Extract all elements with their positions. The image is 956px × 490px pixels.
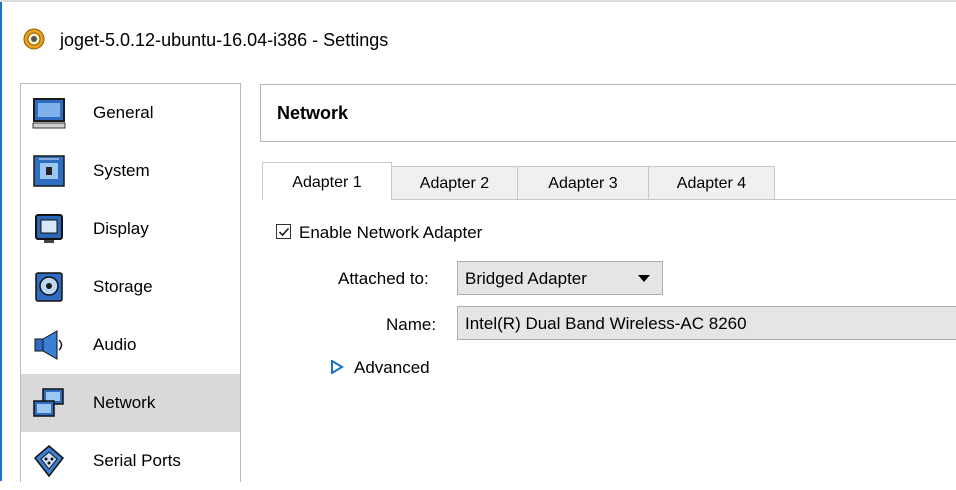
settings-window: joget-5.0.12-ubuntu-16.04-i386 - Setting… [0, 0, 956, 482]
sidebar-item-label: Network [93, 393, 156, 412]
display-monitor-icon [35, 214, 63, 243]
advanced-label: Advanced [354, 358, 430, 377]
system-chip-icon [33, 155, 65, 187]
sidebar-item-label: Storage [93, 277, 153, 296]
attached-to-select[interactable]: Bridged Adapter [457, 261, 663, 295]
audio-speaker-icon [34, 330, 63, 360]
tab-adapter-2[interactable]: Adapter 2 [391, 166, 518, 199]
sidebar-item-serial-ports[interactable]: Serial Ports [21, 432, 240, 490]
enable-adapter-label[interactable]: Enable Network Adapter [299, 223, 482, 243]
sidebar-item-label: Serial Ports [93, 451, 181, 470]
sidebar-item-system[interactable]: System [21, 142, 240, 200]
sidebar-item-general[interactable]: General [21, 84, 240, 142]
tab-adapter-4[interactable]: Adapter 4 [648, 166, 775, 199]
adapter-name-select[interactable]: Intel(R) Dual Band Wireless-AC 8260 [457, 306, 956, 340]
chevron-down-icon [638, 275, 650, 282]
checkmark-icon [278, 227, 290, 237]
gear-icon [23, 28, 45, 50]
window-border [0, 0, 2, 481]
tab-adapter-1[interactable]: Adapter 1 [262, 162, 392, 200]
adapter-name-value: Intel(R) Dual Band Wireless-AC 8260 [465, 314, 747, 333]
network-icon [33, 388, 64, 417]
sidebar-item-label: Audio [93, 335, 137, 354]
sidebar-item-label: System [93, 161, 150, 180]
tab-label: Adapter 4 [676, 175, 747, 192]
tab-adapter-3[interactable]: Adapter 3 [517, 166, 649, 199]
storage-disk-icon [35, 272, 63, 302]
sidebar-item-display[interactable]: Display [21, 200, 240, 258]
settings-sidebar: General System Display Storage Audio Net… [20, 83, 241, 482]
sidebar-item-label: Display [93, 219, 149, 238]
title-bar[interactable]: joget-5.0.12-ubuntu-16.04-i386 - Setting… [2, 2, 954, 70]
tab-label: Adapter 2 [419, 175, 490, 192]
sidebar-item-storage[interactable]: Storage [21, 258, 240, 316]
page-title: Network [277, 103, 349, 123]
window-title: joget-5.0.12-ubuntu-16.04-i386 - Setting… [60, 30, 389, 50]
section-header: Network [260, 84, 956, 142]
tab-label: Adapter 3 [548, 175, 618, 192]
serial-port-icon [33, 445, 65, 478]
sidebar-item-audio[interactable]: Audio [21, 316, 240, 374]
general-monitor-icon [32, 98, 66, 129]
tab-label: Adapter 1 [292, 174, 362, 191]
expand-arrow-icon [331, 360, 344, 374]
sidebar-item-network[interactable]: Network [21, 374, 240, 432]
enable-adapter-checkbox[interactable] [276, 224, 291, 239]
sidebar-item-label: General [93, 103, 154, 122]
attached-to-value: Bridged Adapter [465, 269, 587, 288]
attached-to-label: Attached to: [338, 269, 429, 288]
name-label: Name: [386, 315, 437, 334]
